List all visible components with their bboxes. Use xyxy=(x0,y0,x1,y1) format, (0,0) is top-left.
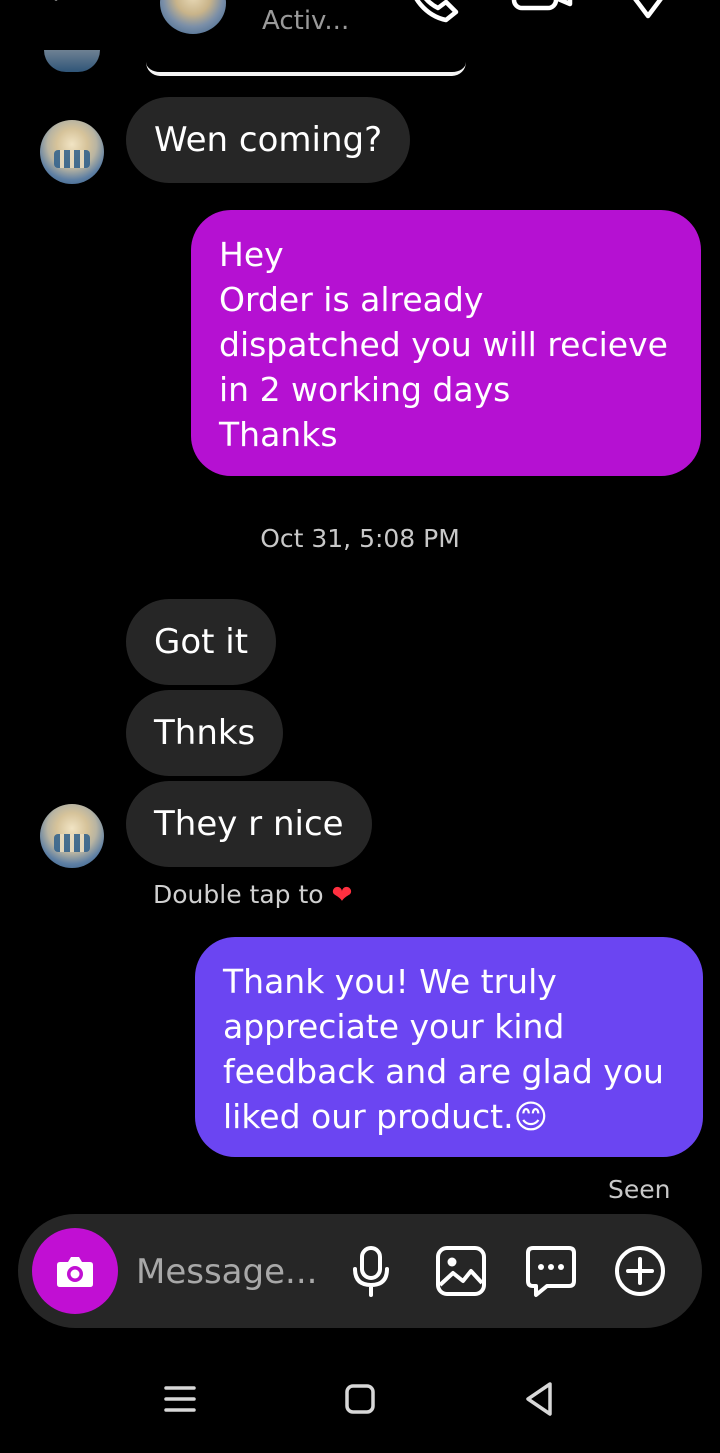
outgoing-message[interactable]: Hey Order is already dispatched you will… xyxy=(191,210,701,476)
incoming-message[interactable]: They r nice xyxy=(126,781,372,867)
header-avatar[interactable] xyxy=(160,0,226,34)
message-input[interactable] xyxy=(136,1247,336,1297)
double-tap-hint: Double tap to ❤ xyxy=(153,880,352,909)
message-timestamp: Oct 31, 5:08 PM xyxy=(260,524,460,553)
message-line: in 2 working days xyxy=(219,370,511,409)
seen-status: Seen xyxy=(608,1175,671,1204)
back-icon[interactable] xyxy=(516,1375,564,1423)
avatar[interactable] xyxy=(40,804,104,868)
video-icon[interactable] xyxy=(508,0,574,26)
previous-message-remnant xyxy=(146,62,466,76)
message-line: Order is already xyxy=(219,280,484,319)
message-line: appreciate your kind xyxy=(223,1007,565,1046)
message-line: feedback and are glad you xyxy=(223,1052,664,1091)
outgoing-message[interactable]: Thank you! We truly appreciate your kind… xyxy=(195,937,703,1157)
tag-icon[interactable] xyxy=(620,0,676,26)
phone-icon[interactable] xyxy=(404,0,464,26)
camera-button[interactable] xyxy=(32,1228,118,1314)
incoming-message[interactable]: Thnks xyxy=(126,690,284,776)
message-line: Hey xyxy=(219,235,284,274)
incoming-message[interactable]: Wen coming? xyxy=(126,97,411,183)
double-tap-label: Double tap to xyxy=(153,880,324,909)
heart-icon: ❤ xyxy=(331,880,353,909)
message-line: Thank you! We truly xyxy=(223,962,557,1001)
previous-avatar-remnant xyxy=(44,50,100,72)
menu-icon[interactable] xyxy=(156,1375,204,1423)
message-line: liked our product.😊 xyxy=(223,1097,548,1136)
microphone-icon[interactable] xyxy=(343,1243,399,1299)
incoming-message[interactable]: Got it xyxy=(126,599,277,685)
add-icon[interactable] xyxy=(612,1243,668,1299)
home-icon[interactable] xyxy=(336,1375,384,1423)
message-line: Thanks xyxy=(219,415,338,454)
back-arrow-icon[interactable] xyxy=(36,0,96,22)
gallery-icon[interactable] xyxy=(433,1243,489,1299)
avatar[interactable] xyxy=(40,120,104,184)
sticker-icon[interactable] xyxy=(523,1243,579,1299)
message-line: dispatched you will recieve xyxy=(219,325,668,364)
active-status: Activ... xyxy=(262,6,350,36)
camera-icon xyxy=(57,1257,93,1287)
